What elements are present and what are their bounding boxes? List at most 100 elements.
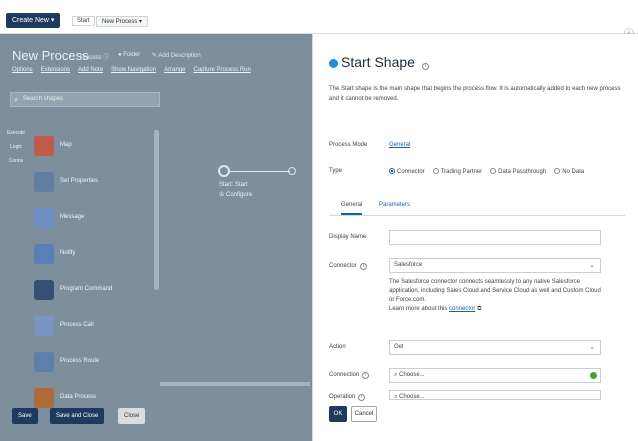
shape-item-program-command[interactable]: Program Command [28, 274, 158, 310]
connector-description: The Salesforce connector connects seamle… [389, 278, 601, 314]
radio-label: Connector [397, 169, 425, 175]
type-option-no-data[interactable]: No Data [554, 168, 584, 175]
action-label: Action [329, 344, 346, 350]
top-bar: Create New ▾ Start New Process ▾ ⓘ [0, 0, 638, 40]
type-option-data-passthrough[interactable]: Data Passthrough [490, 168, 546, 175]
external-link-icon[interactable]: ⧉ [477, 306, 481, 312]
folder-meta[interactable]: ● Folder [118, 52, 140, 58]
map-shape-icon [34, 136, 54, 156]
panel-tabs: General Parameters [329, 198, 625, 216]
panel-description: The Start shape is the main shape that b… [329, 86, 621, 102]
action-select[interactable]: Get ⌄ [389, 340, 601, 355]
shape-item-map[interactable]: Map [28, 130, 158, 166]
info-icon[interactable]: i [362, 372, 370, 379]
cancel-button[interactable]: Cancel [351, 406, 377, 422]
type-label: Type [329, 168, 343, 174]
category-tab-execute[interactable]: Execute [6, 130, 26, 136]
shape-label: Data Process [60, 394, 97, 400]
process-route-shape-icon [34, 352, 54, 372]
start-node-label: Start: Start [219, 182, 248, 188]
operation-select[interactable]: ⌕ Choose... [389, 390, 601, 400]
process-type-meta: Process ⓘ [80, 55, 110, 61]
process-menu: Options Extensions Add Note Show Navigat… [12, 67, 251, 73]
info-icon[interactable]: i [421, 63, 429, 70]
menu-arrange[interactable]: Arrange [164, 67, 185, 73]
shape-item-set-properties[interactable]: Set Properties [28, 166, 158, 202]
start-shape-node[interactable] [218, 165, 230, 177]
process-editor-overlay: New Process Process ⓘ ● Folder ✎ Add Des… [0, 34, 312, 441]
connection-select[interactable]: ⌕ Choose... [389, 368, 601, 383]
panel-title-text: Start Shape [341, 54, 415, 70]
program-command-shape-icon [34, 280, 54, 300]
info-icon[interactable]: i [358, 394, 366, 401]
close-button[interactable]: Close [118, 408, 146, 424]
connector-value: Salesforce [394, 262, 423, 268]
type-option-trading-partner[interactable]: Trading Partner [432, 168, 482, 175]
shape-label: Process Call [60, 322, 94, 328]
learn-more-text: Learn more about this [389, 306, 450, 312]
radio-selected-icon [389, 168, 395, 174]
shape-item-process-route[interactable]: Process Route [28, 346, 158, 382]
shape-item-process-call[interactable]: Process Call [28, 310, 158, 346]
add-description-link[interactable]: ✎ Add Description [152, 52, 201, 59]
type-option-connector[interactable]: Connector [389, 168, 425, 175]
add-connection-icon[interactable] [590, 372, 597, 379]
search-icon: ⌕ [14, 95, 19, 104]
drag-endpoint[interactable] [288, 167, 296, 175]
tab-new-process[interactable]: New Process ▾ [96, 16, 149, 27]
menu-show-navigation[interactable]: Show Navigation [111, 67, 156, 73]
process-mode-link[interactable]: General [389, 142, 410, 148]
shape-item-message[interactable]: Message [28, 202, 158, 238]
chevron-down-icon: ⌄ [589, 262, 595, 269]
learn-more-link[interactable]: connector [449, 306, 475, 312]
menu-capture-process-run[interactable]: Capture Process Run [193, 67, 250, 73]
start-shape-panel: Start Shape i The Start shape is the mai… [312, 34, 638, 441]
create-new-button[interactable]: Create New ▾ [6, 13, 61, 28]
menu-extensions[interactable]: Extensions [41, 67, 70, 73]
radio-label: Data Passthrough [498, 169, 547, 175]
set-properties-shape-icon [34, 172, 54, 192]
shape-label: Process Route [60, 358, 100, 364]
search-placeholder: Search shapes [23, 96, 64, 102]
menu-options[interactable]: Options [12, 67, 33, 73]
notify-shape-icon [34, 244, 54, 264]
display-name-field[interactable] [389, 230, 601, 245]
connection-label: Connection i [329, 372, 370, 379]
operation-label: Operation i [329, 394, 366, 401]
data-process-shape-icon [34, 388, 54, 408]
process-mode-label: Process Mode [329, 142, 368, 148]
action-value: Get [394, 344, 404, 350]
panel-title: Start Shape i [329, 54, 429, 70]
radio-icon [554, 168, 561, 174]
chevron-down-icon: ⌄ [589, 344, 595, 351]
info-icon[interactable]: i [359, 263, 367, 270]
search-icon: ⌕ [394, 394, 398, 400]
shape-label: Set Properties [60, 178, 99, 184]
connection-label-text: Connection [329, 372, 360, 378]
palette-scrollbar[interactable] [154, 130, 159, 290]
tab-start[interactable]: Start [72, 16, 95, 26]
ok-button[interactable]: OK [329, 406, 347, 422]
connector-label-text: Connector [329, 263, 357, 269]
connector-description-text: The Salesforce connector connects seamle… [389, 279, 601, 303]
display-name-label: Display Name [329, 234, 367, 240]
shape-palette: Map Set Properties Message Notify Progra… [28, 130, 158, 418]
save-and-close-button[interactable]: Save and Close [50, 408, 105, 424]
message-shape-icon [34, 208, 54, 228]
tab-general[interactable]: General [341, 202, 363, 215]
shape-item-notify[interactable]: Notify [28, 238, 158, 274]
menu-add-note[interactable]: Add Note [78, 67, 103, 73]
save-button[interactable]: Save [12, 408, 38, 424]
configure-link[interactable]: ① Configure [219, 191, 252, 198]
search-shapes-input[interactable]: ⌕ Search shapes [10, 92, 160, 107]
category-tab-logic[interactable]: Logic [6, 144, 26, 150]
tab-parameters[interactable]: Parameters [379, 202, 410, 208]
radio-icon [432, 168, 439, 174]
category-tab-connectors[interactable]: Conns [6, 158, 26, 164]
radio-icon [490, 168, 497, 174]
connector-select[interactable]: Salesforce ⌄ [389, 258, 601, 273]
connection-placeholder: Choose... [399, 372, 425, 378]
connector-line [230, 171, 290, 172]
canvas-scrollbar[interactable] [160, 382, 310, 386]
process-call-shape-icon [34, 316, 54, 336]
